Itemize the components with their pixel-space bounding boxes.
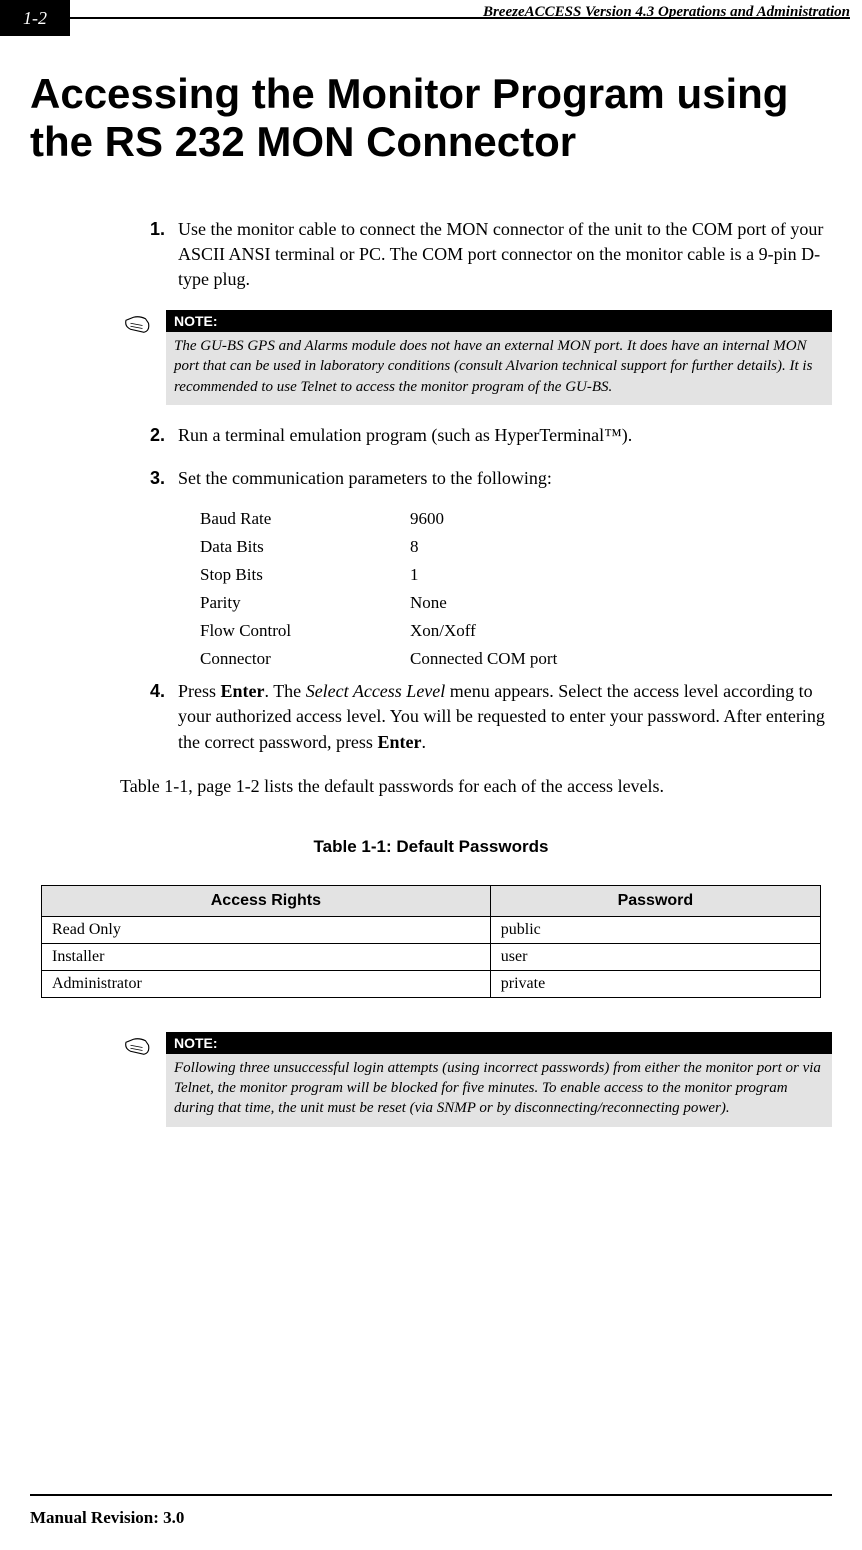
table-reference-text: Table 1-1, page 1-2 lists the default pa…	[120, 773, 802, 799]
cell-password: user	[490, 943, 820, 970]
param-value: Connected COM port	[410, 649, 557, 669]
cell-rights: Installer	[42, 943, 491, 970]
param-row: Baud Rate 9600	[200, 509, 832, 529]
param-value: Xon/Xoff	[410, 621, 476, 641]
param-key: Connector	[200, 649, 410, 669]
step-number: 2.	[150, 423, 178, 448]
param-key: Baud Rate	[200, 509, 410, 529]
cell-password: private	[490, 970, 820, 997]
param-value: 8	[410, 537, 419, 557]
note-icon	[120, 310, 156, 405]
table-header-rights: Access Rights	[42, 885, 491, 916]
param-row: Stop Bits 1	[200, 565, 832, 585]
step-1: 1. Use the monitor cable to connect the …	[150, 217, 832, 293]
param-key: Data Bits	[200, 537, 410, 557]
param-row: Connector Connected COM port	[200, 649, 832, 669]
param-key: Flow Control	[200, 621, 410, 641]
cell-rights: Administrator	[42, 970, 491, 997]
note-icon	[120, 1032, 156, 1127]
table-row: Administrator private	[42, 970, 821, 997]
step-text: Run a terminal emulation program (such a…	[178, 423, 832, 448]
table-row: Read Only public	[42, 916, 821, 943]
note-body: The GU-BS GPS and Alarms module does not…	[166, 332, 832, 405]
t: .	[421, 732, 426, 752]
note-block-2: NOTE: Following three unsuccessful login…	[120, 1032, 832, 1127]
step-text: Set the communication parameters to the …	[178, 466, 832, 491]
page-content: Accessing the Monitor Program using the …	[0, 40, 862, 1127]
param-key: Stop Bits	[200, 565, 410, 585]
cell-rights: Read Only	[42, 916, 491, 943]
footer-revision: Manual Revision: 3.0	[30, 1508, 184, 1528]
param-value: 9600	[410, 509, 444, 529]
param-key: Parity	[200, 593, 410, 613]
note-label: NOTE:	[166, 310, 832, 332]
default-passwords-table: Access Rights Password Read Only public …	[41, 885, 821, 998]
kbd-enter: Enter	[221, 681, 265, 701]
step-text: Press Enter. The Select Access Level men…	[178, 679, 832, 755]
param-row: Parity None	[200, 593, 832, 613]
t: Press	[178, 681, 221, 701]
menu-name: Select Access Level	[306, 681, 446, 701]
cell-password: public	[490, 916, 820, 943]
page-number-tab: 1-2	[0, 0, 70, 36]
table-row: Installer user	[42, 943, 821, 970]
step-3: 3. Set the communication parameters to t…	[150, 466, 832, 491]
param-value: None	[410, 593, 447, 613]
note-body: Following three unsuccessful login attem…	[166, 1054, 832, 1127]
page-header: 1-2 BreezeACCESS Version 4.3 Operations …	[0, 0, 862, 40]
kbd-enter: Enter	[377, 732, 421, 752]
table-caption: Table 1-1: Default Passwords	[30, 837, 832, 857]
running-title: BreezeACCESS Version 4.3 Operations and …	[483, 4, 850, 21]
step-number: 4.	[150, 679, 178, 755]
step-4: 4. Press Enter. The Select Access Level …	[150, 679, 832, 755]
param-row: Flow Control Xon/Xoff	[200, 621, 832, 641]
step-2: 2. Run a terminal emulation program (suc…	[150, 423, 832, 448]
document-title: Accessing the Monitor Program using the …	[30, 70, 832, 167]
note-block-1: NOTE: The GU-BS GPS and Alarms module do…	[120, 310, 832, 405]
step-text: Use the monitor cable to connect the MON…	[178, 217, 832, 293]
step-number: 3.	[150, 466, 178, 491]
table-header-password: Password	[490, 885, 820, 916]
step-number: 1.	[150, 217, 178, 293]
note-label: NOTE:	[166, 1032, 832, 1054]
t: . The	[265, 681, 306, 701]
param-value: 1	[410, 565, 419, 585]
parameter-list: Baud Rate 9600 Data Bits 8 Stop Bits 1 P…	[200, 509, 832, 669]
footer-rule	[30, 1494, 832, 1496]
param-row: Data Bits 8	[200, 537, 832, 557]
